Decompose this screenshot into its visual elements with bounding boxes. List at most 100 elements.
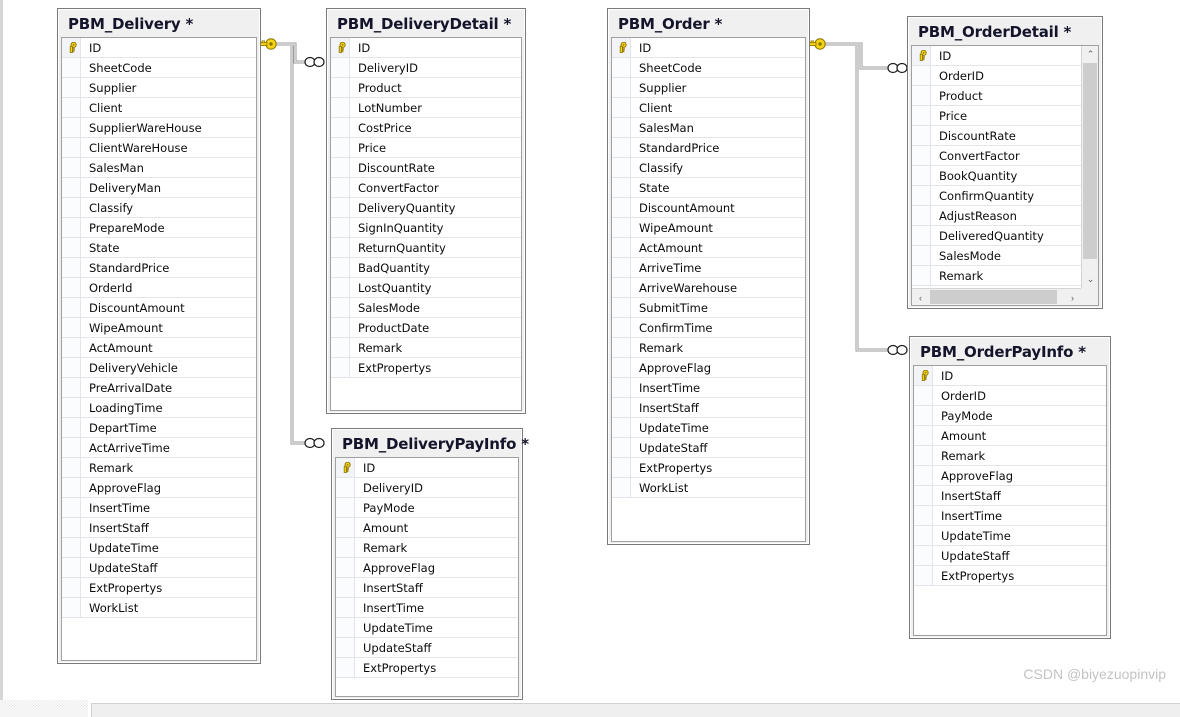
column-row[interactable]: ID (612, 38, 805, 58)
column-row[interactable]: InsertTime (62, 498, 256, 518)
scroll-down-icon[interactable]: ⌄ (1082, 271, 1098, 288)
column-row[interactable]: ID (331, 38, 521, 58)
column-row[interactable]: InsertTime (914, 506, 1106, 526)
column-row[interactable]: DeliveryMan (62, 178, 256, 198)
column-grid[interactable]: ID OrderID PayMode Amount Remark ApproveFlag I… (913, 365, 1107, 636)
column-row[interactable]: SheetCode (612, 58, 805, 78)
column-row[interactable]: Remark (331, 338, 521, 358)
column-row[interactable]: StandardPrice (62, 258, 256, 278)
column-row[interactable]: DiscountAmount (612, 198, 805, 218)
table-shape-pbm-delivery[interactable]: PBM_Delivery * ID SheetCode Supplier Client S… (57, 8, 261, 664)
column-row[interactable]: ConvertFactor (331, 178, 521, 198)
column-row[interactable]: WorkList (62, 598, 256, 618)
column-grid[interactable]: ID DeliveryID Product LotNumber CostPrice Pri… (330, 37, 522, 411)
column-row[interactable]: WorkList (612, 478, 805, 498)
column-row[interactable]: PreArrivalDate (62, 378, 256, 398)
column-row[interactable]: Product (331, 78, 521, 98)
column-row[interactable]: ID (336, 458, 518, 478)
column-row[interactable]: SalesMode (912, 246, 1081, 266)
column-row[interactable]: SalesMan (612, 118, 805, 138)
column-row[interactable]: SalesMan (62, 158, 256, 178)
column-row[interactable]: ArriveWarehouse (612, 278, 805, 298)
column-row[interactable]: WipeAmount (612, 218, 805, 238)
scroll-left-icon[interactable]: ‹ (912, 289, 929, 305)
column-row[interactable]: ProductDate (331, 318, 521, 338)
column-grid[interactable]: ID DeliveryID PayMode Amount Remark ApproveFl… (335, 457, 519, 697)
column-row[interactable]: State (62, 238, 256, 258)
column-row[interactable]: ID (62, 38, 256, 58)
column-row[interactable]: LoadingTime (62, 398, 256, 418)
column-row[interactable]: Amount (336, 518, 518, 538)
column-row[interactable]: SheetCode (62, 58, 256, 78)
column-row[interactable]: UpdateTime (914, 526, 1106, 546)
column-row[interactable]: SubmitTime (612, 298, 805, 318)
horizontal-scroll-thumb[interactable] (930, 290, 1057, 304)
column-row[interactable]: Classify (62, 198, 256, 218)
column-row[interactable]: OrderID (912, 66, 1081, 86)
column-row[interactable]: InsertTime (612, 378, 805, 398)
column-row[interactable]: StandardPrice (612, 138, 805, 158)
column-row[interactable]: Client (612, 98, 805, 118)
column-row[interactable]: Remark (612, 338, 805, 358)
column-row[interactable]: SupplierWareHouse (62, 118, 256, 138)
column-row[interactable]: ConvertFactor (912, 146, 1081, 166)
column-row[interactable]: ActArriveTime (62, 438, 256, 458)
column-row[interactable]: UpdateTime (612, 418, 805, 438)
column-row[interactable]: ExtPropertys (612, 458, 805, 478)
column-row[interactable]: ActAmount (62, 338, 256, 358)
column-row[interactable]: ApproveFlag (336, 558, 518, 578)
column-row[interactable]: BookQuantity (912, 166, 1081, 186)
table-shape-pbm-deliverydetail[interactable]: PBM_DeliveryDetail * ID DeliveryID Product L… (326, 8, 526, 414)
column-row[interactable]: ApproveFlag (612, 358, 805, 378)
column-row[interactable]: ActAmount (612, 238, 805, 258)
column-row[interactable]: Supplier (612, 78, 805, 98)
column-row[interactable]: ReturnQuantity (331, 238, 521, 258)
column-row[interactable]: Product (912, 86, 1081, 106)
column-row[interactable]: ApproveFlag (62, 478, 256, 498)
table-shape-pbm-orderpayinfo[interactable]: PBM_OrderPayInfo * ID OrderID PayMode Amount… (909, 336, 1111, 639)
table-shape-pbm-deliverypayinfo[interactable]: PBM_DeliveryPayInfo * ID DeliveryID PayMode… (331, 428, 529, 700)
column-row[interactable]: DiscountAmount (62, 298, 256, 318)
column-row[interactable]: ArriveTime (612, 258, 805, 278)
column-row[interactable]: InsertTime (336, 598, 518, 618)
column-row[interactable]: Supplier (62, 78, 256, 98)
column-row[interactable]: Classify (612, 158, 805, 178)
column-row[interactable]: DepartTime (62, 418, 256, 438)
column-grid[interactable]: ID SheetCode Supplier Client SalesMan Standar… (611, 37, 806, 542)
column-row[interactable]: InsertStaff (62, 518, 256, 538)
column-row[interactable]: UpdateTime (62, 538, 256, 558)
column-row[interactable]: ID (912, 46, 1081, 66)
scroll-right-icon[interactable]: › (1064, 289, 1081, 305)
column-row[interactable]: ID (914, 366, 1106, 386)
column-row[interactable]: InsertStaff (336, 578, 518, 598)
column-row[interactable]: ApproveFlag (914, 466, 1106, 486)
column-row[interactable]: ExtPropertys (62, 578, 256, 598)
column-row[interactable]: DiscountRate (912, 126, 1081, 146)
column-row[interactable]: Price (912, 106, 1081, 126)
column-row[interactable]: BadQuantity (331, 258, 521, 278)
column-grid[interactable]: ID OrderID Product Price DiscountRate Convert… (911, 45, 1099, 306)
column-row[interactable]: ExtPropertys (331, 358, 521, 378)
column-row[interactable]: OrderId (62, 278, 256, 298)
column-grid[interactable]: ID SheetCode Supplier Client SupplierWareHou… (61, 37, 257, 661)
column-row[interactable]: WipeAmount (62, 318, 256, 338)
column-row[interactable]: UpdateTime (336, 618, 518, 638)
column-row[interactable]: Remark (336, 538, 518, 558)
vertical-scroll-thumb[interactable] (1083, 63, 1097, 259)
scroll-up-icon[interactable]: ⌃ (1082, 46, 1098, 63)
column-row[interactable]: Remark (914, 446, 1106, 466)
column-row[interactable]: Price (331, 138, 521, 158)
column-row[interactable]: PrepareMode (62, 218, 256, 238)
column-row[interactable]: ExtPropertys (914, 566, 1106, 586)
column-row[interactable]: ConfirmTime (612, 318, 805, 338)
column-row[interactable]: UpdateStaff (62, 558, 256, 578)
table-shape-pbm-orderdetail[interactable]: PBM_OrderDetail * ID OrderID Product Price Di… (907, 16, 1103, 309)
column-row[interactable]: UpdateStaff (612, 438, 805, 458)
column-row[interactable]: OrderID (914, 386, 1106, 406)
column-row[interactable]: InsertStaff (914, 486, 1106, 506)
column-row[interactable]: DeliveryQuantity (331, 198, 521, 218)
column-row[interactable]: Amount (914, 426, 1106, 446)
table-shape-pbm-order[interactable]: PBM_Order * ID SheetCode Supplier Client Sale… (607, 8, 810, 545)
column-row[interactable]: State (612, 178, 805, 198)
column-row[interactable]: CostPrice (331, 118, 521, 138)
